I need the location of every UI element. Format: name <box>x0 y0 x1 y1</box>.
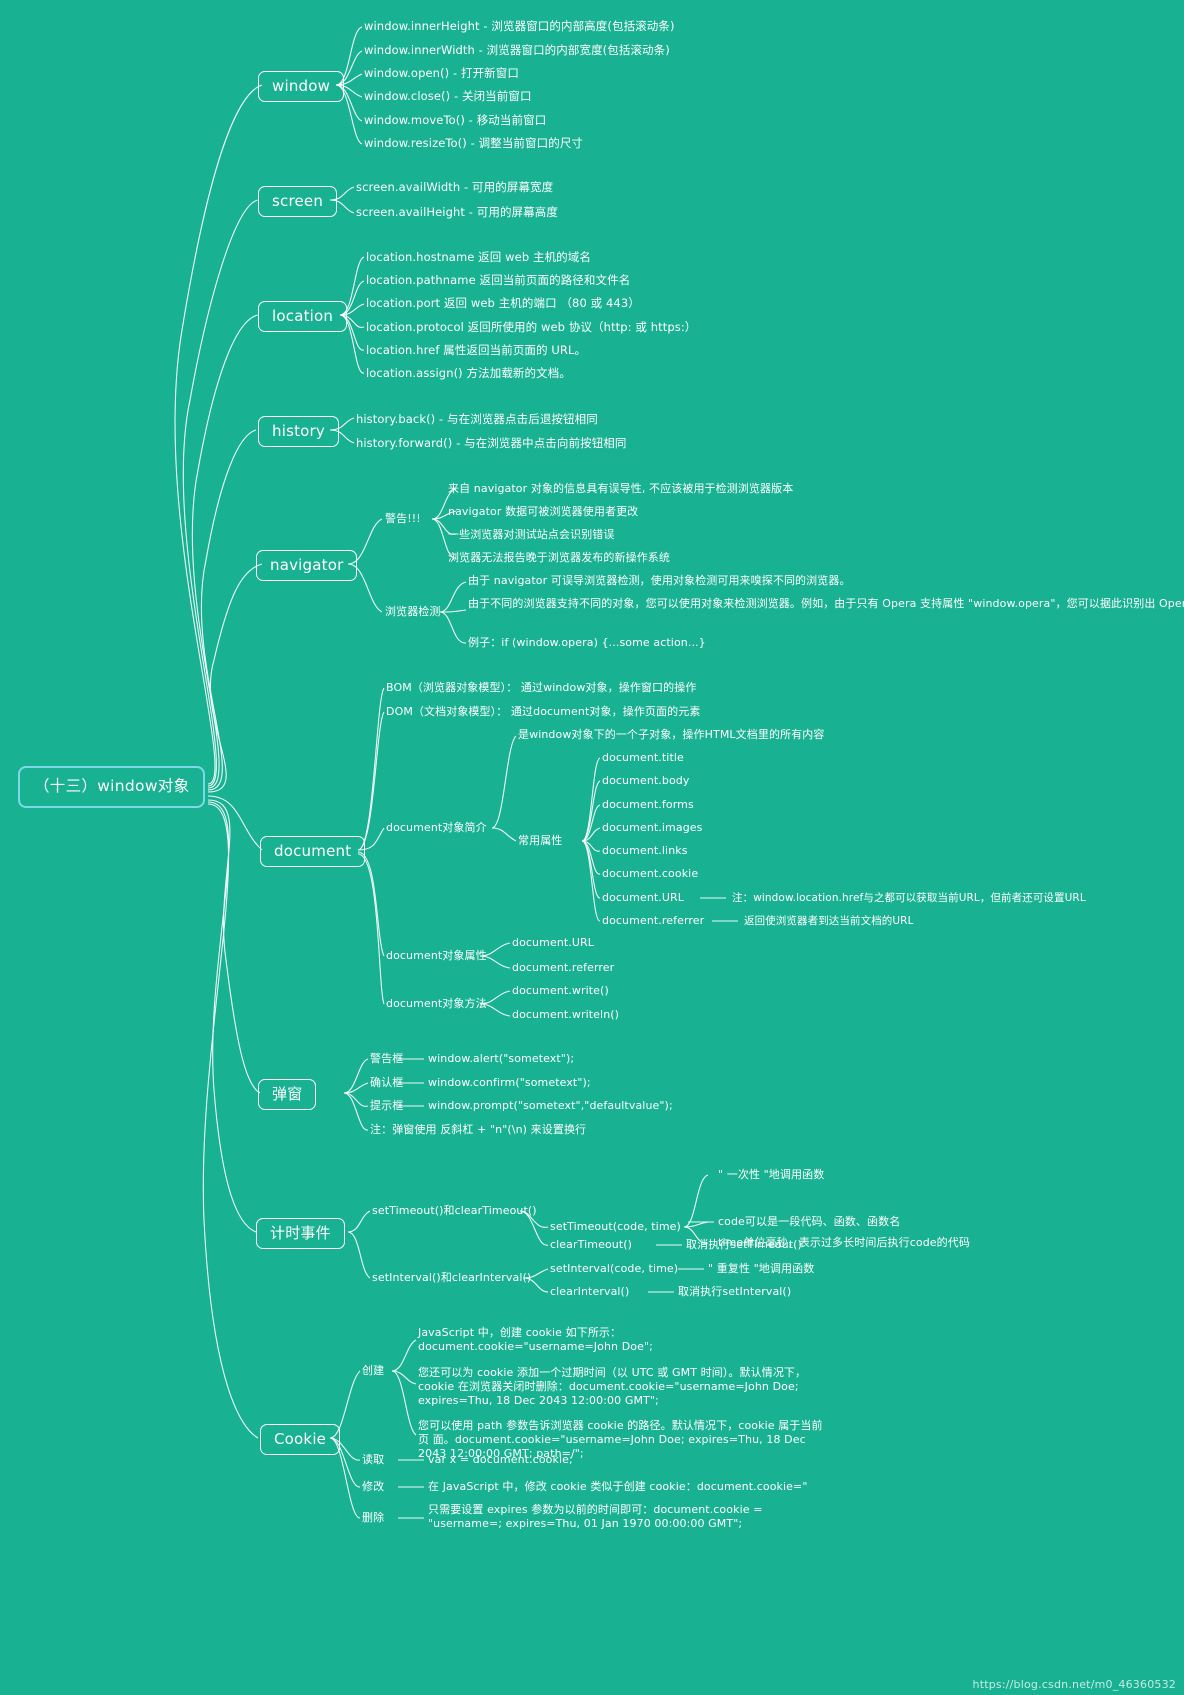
navigator-warning-0: 来自 navigator 对象的信息具有误导性, 不应该被用于检测浏览器版本 <box>448 482 794 495</box>
document-prop-images: document.images <box>602 821 703 834</box>
navigator-detect-2: 例子：if (window.opera) {...some action...} <box>468 636 706 649</box>
screen-child-0: screen.availWidth - 可用的屏幕宽度 <box>356 180 554 194</box>
timer-settimeout-note-0: " 一次性 "地调用函数 <box>718 1168 825 1181</box>
cookie-modify-value: 在 JavaScript 中，修改 cookie 类似于创建 cookie：do… <box>428 1480 808 1493</box>
cookie-create-0: JavaScript 中，创建 cookie 如下所示：document.coo… <box>418 1326 653 1354</box>
navigator-group-detect-label: 浏览器检测 <box>385 605 441 618</box>
dialog-row-1-label: 确认框 <box>370 1076 404 1089</box>
branch-timer[interactable]: 计时事件 <box>256 1218 345 1250</box>
branch-navigator[interactable]: navigator <box>256 550 358 582</box>
cookie-read-label: 读取 <box>362 1453 385 1466</box>
branch-history[interactable]: history <box>258 416 339 448</box>
cookie-delete-label: 删除 <box>362 1511 385 1524</box>
document-intro-desc: 是window对象下的一个子对象，操作HTML文档里的所有内容 <box>518 728 825 741</box>
document-prop-body: document.body <box>602 774 690 787</box>
document-prop-title: document.title <box>602 751 684 764</box>
timer-cleartimeout-value: 取消执行setTimeout() <box>686 1238 802 1251</box>
timer-group-1-label: setInterval()和clearInterval() <box>372 1271 532 1284</box>
document-methods-0: document.write() <box>512 984 609 997</box>
document-prop-forms: document.forms <box>602 798 694 811</box>
timer-group-0-label: setTimeout()和clearTimeout() <box>372 1204 537 1217</box>
navigator-detect-0: 由于 navigator 可误导浏览器检测，使用对象检测可用来嗅探不同的浏览器。 <box>468 574 851 587</box>
root-node[interactable]: （十三）window对象 <box>18 766 206 808</box>
document-prop-url: document.URL <box>602 891 685 904</box>
dialog-row-0-value: window.alert("sometext"); <box>428 1052 575 1065</box>
document-prop-url-note: 注：window.location.href与之都可以获取当前URL，但前者还可… <box>732 892 1086 904</box>
navigator-detect-1: 由于不同的浏览器支持不同的对象，您可以使用对象来检测浏览器。例如，由于只有 Op… <box>468 597 1184 610</box>
navigator-warning-3: 浏览器无法报告晚于浏览器发布的新操作系统 <box>448 551 670 564</box>
branch-cookie[interactable]: Cookie <box>260 1424 341 1456</box>
navigator-group-warning-label: 警告!!! <box>385 512 421 525</box>
document-attrs-1: document.referrer <box>512 961 615 974</box>
document-methods-label: document对象方法 <box>386 997 487 1010</box>
timer-settimeout-label: setTimeout(code, time) <box>550 1220 681 1233</box>
timer-settimeout-note-1: code可以是一段代码、函数、函数名 <box>718 1215 901 1228</box>
window-child-0: window.innerHeight - 浏览器窗口的内部高度(包括滚动条) <box>364 19 675 33</box>
document-prop-cookie: document.cookie <box>602 867 699 880</box>
location-child-3: location.protocol 返回所使用的 web 协议（http: 或 … <box>366 320 697 334</box>
document-child-dom: DOM（文档对象模型）： 通过document对象，操作页面的元素 <box>386 705 701 718</box>
window-child-1: window.innerWidth - 浏览器窗口的内部宽度(包括滚动条) <box>364 43 670 57</box>
document-prop-referrer: document.referrer <box>602 914 705 927</box>
timer-setinterval-label: setInterval(code, time) <box>550 1262 679 1275</box>
document-intro-label: document对象简介 <box>386 821 487 834</box>
document-prop-links: document.links <box>602 844 688 857</box>
timer-cleartimeout-label: clearTimeout() <box>550 1238 633 1251</box>
navigator-warning-1: navigator 数据可被浏览器使用者更改 <box>448 505 639 518</box>
history-child-0: history.back() - 与在浏览器点击后退按钮相同 <box>356 412 598 426</box>
document-attrs-label: document对象属性 <box>386 949 487 962</box>
branch-location[interactable]: location <box>258 301 348 333</box>
dialog-row-2-label: 提示框 <box>370 1099 404 1112</box>
document-attrs-0: document.URL <box>512 936 595 949</box>
document-child-bom: BOM（浏览器对象模型）： 通过window对象，操作窗口的操作 <box>386 681 697 694</box>
window-child-4: window.moveTo() - 移动当前窗口 <box>364 113 547 127</box>
document-prop-referrer-note: 返回使浏览器者到达当前文档的URL <box>744 915 914 927</box>
location-child-2: location.port 返回 web 主机的端口 （80 或 443） <box>366 296 640 310</box>
history-child-1: history.forward() - 与在浏览器中点击向前按钮相同 <box>356 436 627 450</box>
window-child-2: window.open() - 打开新窗口 <box>364 66 519 80</box>
screen-child-1: screen.availHeight - 可用的屏幕高度 <box>356 205 558 219</box>
cookie-modify-label: 修改 <box>362 1480 385 1493</box>
cookie-create-1: 您还可以为 cookie 添加一个过期时间（以 UTC 或 GMT 时间）。默认… <box>418 1366 807 1408</box>
location-child-5: location.assign() 方法加载新的文档。 <box>366 366 571 380</box>
window-child-5: window.resizeTo() - 调整当前窗口的尺寸 <box>364 136 584 150</box>
cookie-create-label: 创建 <box>362 1364 385 1377</box>
branch-window[interactable]: window <box>258 71 345 103</box>
branch-screen[interactable]: screen <box>258 186 338 218</box>
timer-clearinterval-value: 取消执行setInterval() <box>678 1285 792 1298</box>
location-child-1: location.pathname 返回当前页面的路径和文件名 <box>366 273 631 287</box>
timer-clearinterval-label: clearInterval() <box>550 1285 630 1298</box>
document-props-label: 常用属性 <box>518 834 563 847</box>
branch-document[interactable]: document <box>260 836 366 868</box>
timer-setinterval-value: " 重复性 "地调用函数 <box>708 1262 815 1275</box>
navigator-warning-2: 一些浏览器对测试站点会识别错误 <box>448 528 615 541</box>
location-child-0: location.hostname 返回 web 主机的域名 <box>366 250 591 264</box>
watermark: https://blog.csdn.net/m0_46360532 <box>972 1678 1176 1691</box>
dialog-row-2-value: window.prompt("sometext","defaultvalue")… <box>428 1099 673 1112</box>
dialog-row-1-value: window.confirm("sometext"); <box>428 1076 591 1089</box>
mindmap-canvas: （十三）window对象 window window.innerHeight -… <box>0 0 1184 1695</box>
window-child-3: window.close() - 关闭当前窗口 <box>364 89 532 103</box>
branch-dialog[interactable]: 弹窗 <box>258 1079 317 1111</box>
cookie-read-value: var x = document.cookie; <box>428 1453 573 1466</box>
document-methods-1: document.writeln() <box>512 1008 620 1021</box>
dialog-row-0-label: 警告框 <box>370 1052 404 1065</box>
location-child-4: location.href 属性返回当前页面的 URL。 <box>366 343 587 357</box>
dialog-note: 注：弹窗使用 反斜杠 + "n"(\n) 来设置换行 <box>370 1123 587 1136</box>
cookie-delete-value: 只需要设置 expires 参数为以前的时间即可：document.cookie… <box>428 1503 763 1531</box>
